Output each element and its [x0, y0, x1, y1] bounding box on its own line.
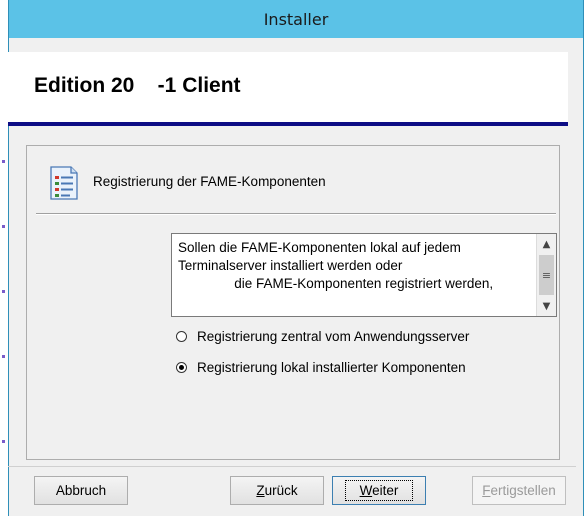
window-title: Installer	[263, 9, 329, 29]
info-textbox[interactable]: Sollen die FAME-Komponenten lokal auf je…	[171, 233, 557, 317]
radio-central[interactable]	[176, 331, 187, 342]
window-titlebar[interactable]: Installer	[9, 0, 583, 38]
step-title: Registrierung der FAME-Komponenten	[93, 174, 326, 189]
textbox-scrollbar[interactable]: ▲ ≡ ▼	[536, 234, 556, 316]
edition-title: Edition 20 -1 Client	[34, 74, 241, 97]
header-divider	[8, 122, 568, 126]
cancel-label: Abbruch	[55, 483, 107, 498]
background-window-edge	[0, 0, 8, 516]
option-local-registration[interactable]: Registrierung lokal installierter Kompon…	[176, 360, 466, 375]
info-text: Sollen die FAME-Komponenten lokal auf je…	[178, 240, 494, 291]
cancel-button[interactable]: Abbruch	[34, 476, 128, 505]
finish-button[interactable]: Fertigstellen	[472, 476, 566, 505]
step-separator	[36, 213, 556, 215]
radio-local[interactable]	[176, 362, 187, 373]
installer-header: Edition 20 -1 Client	[8, 52, 568, 122]
scroll-up-icon[interactable]: ▲	[537, 235, 556, 253]
footer-divider	[8, 466, 576, 467]
option-central-registration[interactable]: Registrierung zentral vom Anwendungsserv…	[176, 329, 469, 344]
back-label: Zurück	[256, 483, 298, 498]
option-local-label: Registrierung lokal installierter Kompon…	[197, 360, 466, 375]
option-central-label: Registrierung zentral vom Anwendungsserv…	[197, 329, 470, 344]
next-label: Weiter	[344, 480, 414, 501]
back-button[interactable]: Zurück	[230, 476, 324, 505]
finish-label: Fertigstellen	[482, 483, 556, 498]
scroll-down-icon[interactable]: ▼	[537, 297, 556, 315]
next-button[interactable]: Weiter	[332, 476, 426, 505]
scroll-thumb[interactable]: ≡	[539, 255, 554, 295]
checklist-document-icon	[50, 166, 78, 200]
